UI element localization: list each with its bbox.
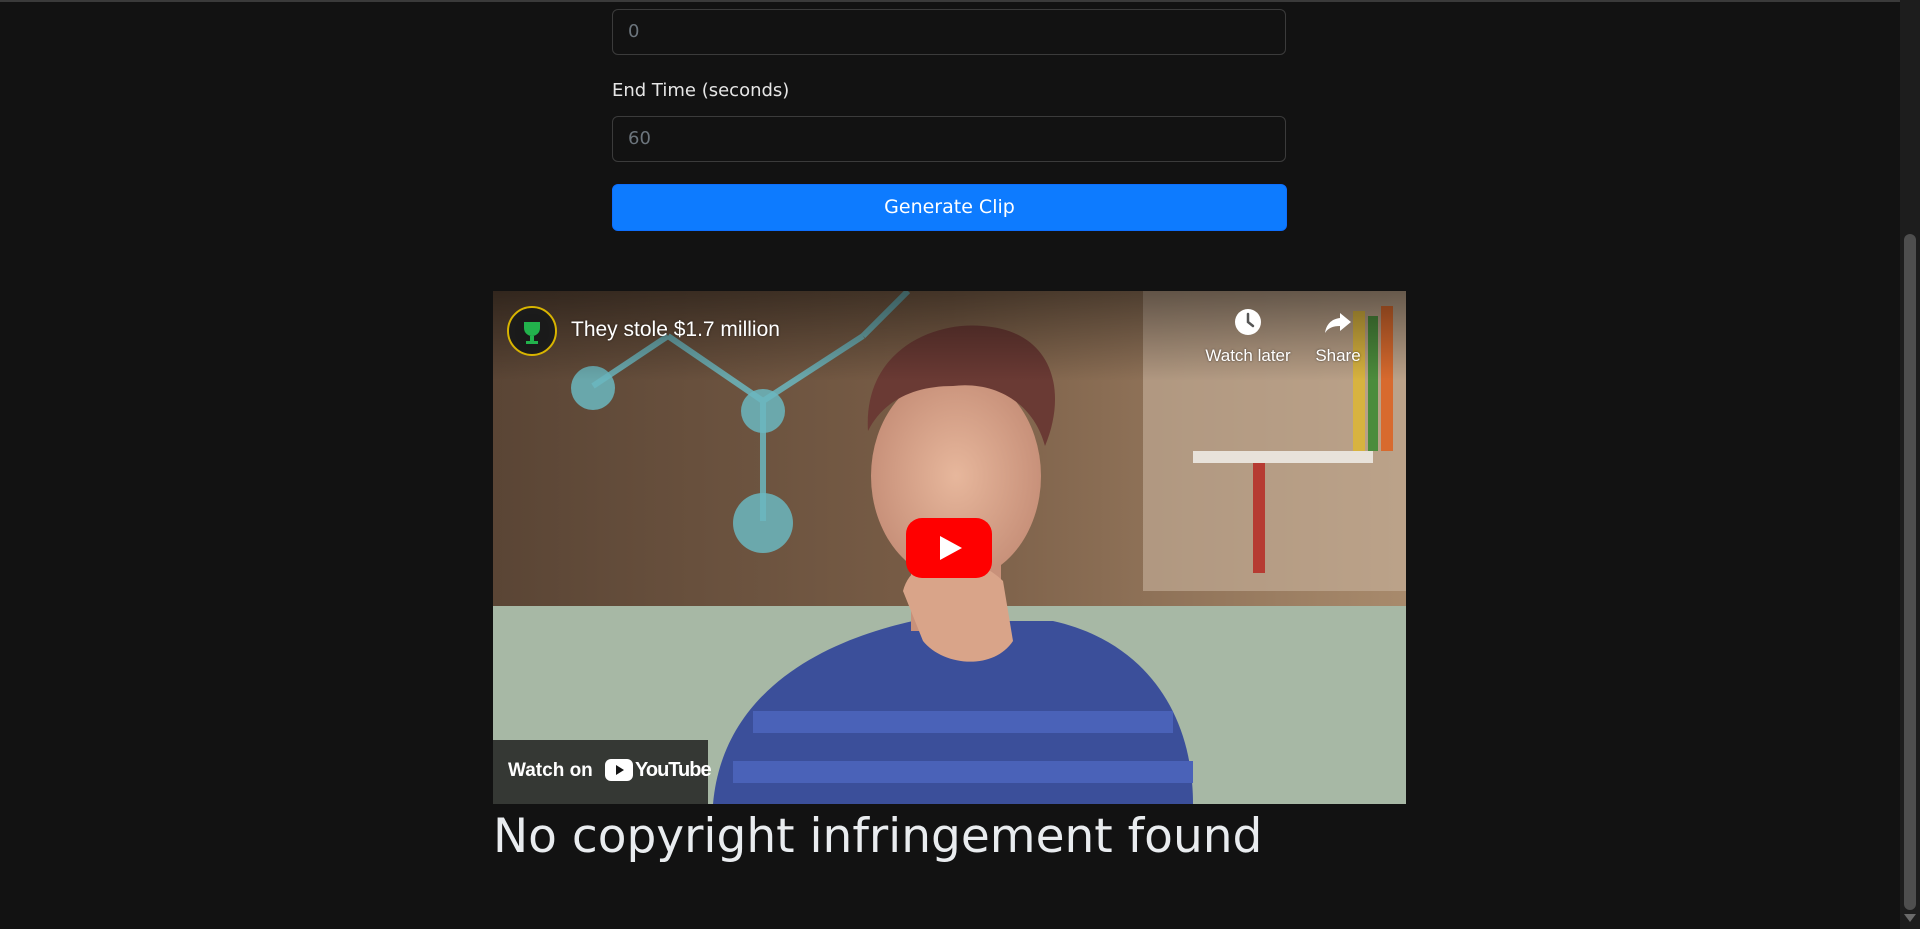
- share-button[interactable]: Share: [1298, 307, 1378, 367]
- end-time-label: End Time (seconds): [612, 80, 790, 101]
- share-label: Share: [1315, 346, 1361, 365]
- result-heading: No copyright infringement found: [493, 809, 1263, 864]
- top-border: [0, 0, 1900, 2]
- end-time-value: 60: [628, 128, 651, 149]
- play-button[interactable]: [906, 518, 992, 578]
- share-icon: [1325, 313, 1351, 333]
- youtube-logo-icon: [605, 759, 633, 781]
- watch-later-button[interactable]: Watch later: [1198, 307, 1298, 367]
- channel-avatar[interactable]: [507, 306, 557, 356]
- video-title[interactable]: They stole $1.7 million: [571, 318, 780, 342]
- scroll-down-arrow-icon[interactable]: [1904, 914, 1916, 922]
- vertical-scrollbar[interactable]: [1900, 0, 1920, 929]
- clock-icon: [1235, 309, 1261, 335]
- youtube-embed[interactable]: They stole $1.7 million Watch later Shar…: [493, 291, 1406, 804]
- generate-clip-button[interactable]: Generate Clip: [612, 184, 1287, 231]
- watch-on-label: Watch on: [508, 760, 593, 781]
- watch-later-label: Watch later: [1205, 346, 1291, 365]
- start-time-value: 0: [628, 21, 640, 42]
- start-time-input[interactable]: 0: [612, 9, 1286, 55]
- scrollbar-thumb[interactable]: [1904, 234, 1916, 910]
- page: 0 End Time (seconds) 60 Generate Clip Th…: [0, 0, 1920, 929]
- watch-on-youtube-button[interactable]: Watch on YouTube: [493, 740, 712, 804]
- trophy-icon: [515, 314, 549, 348]
- end-time-input[interactable]: 60: [612, 116, 1286, 162]
- youtube-wordmark: YouTube: [635, 759, 712, 781]
